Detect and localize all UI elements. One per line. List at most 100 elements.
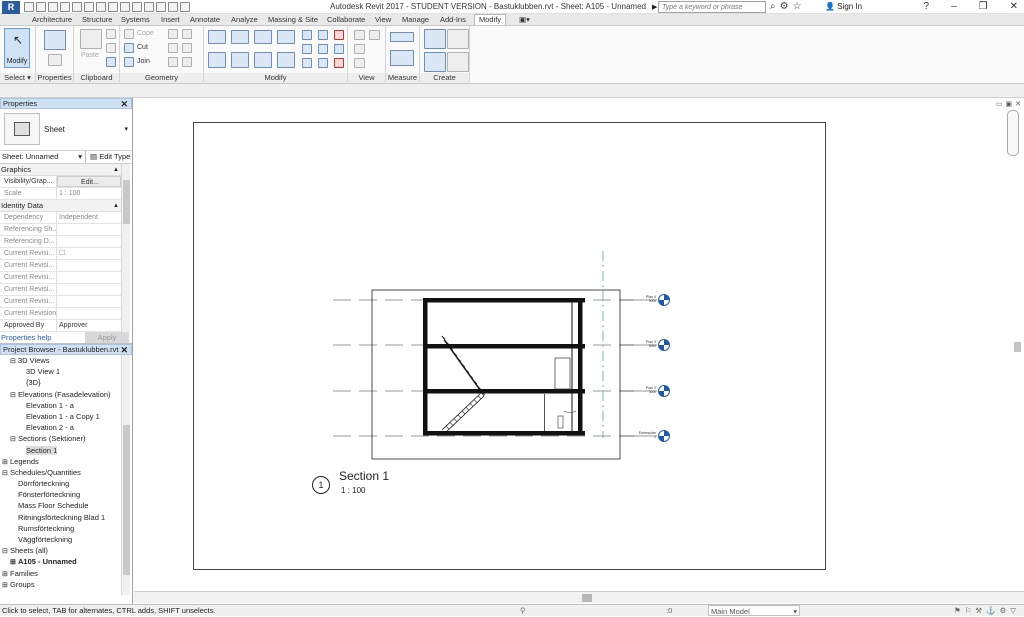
drawing-canvas[interactable]: ▭ ▣ ✕ Plan 4 9000 Plan 3 6000 Plan 2 3000 Entr… <box>134 98 1024 591</box>
align-icon[interactable] <box>208 30 226 44</box>
prop-value[interactable] <box>57 308 121 319</box>
prop-value[interactable] <box>57 272 121 283</box>
tree-item[interactable]: ⊞ Legends <box>0 456 132 467</box>
type-properties-icon[interactable] <box>48 54 62 66</box>
tree-item[interactable]: Elevation 2 - a <box>0 422 132 433</box>
subscription-icon[interactable]: ⚙ <box>780 1 789 12</box>
linework-icon[interactable] <box>354 44 365 54</box>
hide-in-view-icon[interactable] <box>354 30 365 40</box>
view-filter-icon[interactable] <box>354 58 365 68</box>
expand-toggle-icon[interactable]: ⊞ <box>2 580 10 591</box>
redo-icon[interactable] <box>72 2 82 12</box>
collapse-identity-icon[interactable]: ▲ <box>113 200 119 212</box>
close-windows-icon[interactable] <box>168 2 178 12</box>
split-gap-icon[interactable] <box>318 30 328 40</box>
tab-architecture[interactable]: Architecture <box>32 15 72 24</box>
project-browser-close-icon[interactable]: ✕ <box>120 345 128 355</box>
tree-item[interactable]: Ritningsförteckning Blad 1 <box>0 512 132 523</box>
modify-button[interactable]: ↖ Modify <box>4 28 30 68</box>
tree-item[interactable]: ⊞ A105 - Unnamed <box>0 556 132 567</box>
group-identity-data[interactable]: Identity Data ▲ <box>0 200 121 212</box>
thin-lines-icon[interactable] <box>156 2 166 12</box>
create-similar-icon[interactable] <box>447 52 469 72</box>
mirror-axis-icon[interactable] <box>254 30 272 44</box>
delete-icon[interactable] <box>334 58 344 68</box>
tab-insert[interactable]: Insert <box>161 15 180 24</box>
tab-add-ins[interactable]: Add-Ins <box>440 15 466 24</box>
tree-item[interactable]: Dörrförteckning <box>0 478 132 489</box>
close-icon[interactable]: ✕ <box>1010 1 1018 12</box>
search-input[interactable]: Type a keyword or phrase <box>658 1 766 13</box>
3d-view-icon[interactable] <box>132 2 142 12</box>
trim-single-icon[interactable] <box>302 58 312 68</box>
scrollbar-thumb[interactable] <box>123 425 130 575</box>
tab-collaborate[interactable]: Collaborate <box>327 15 365 24</box>
offset-icon[interactable] <box>231 30 249 44</box>
type-selector[interactable]: Sheet ▾ <box>0 109 132 151</box>
prop-value[interactable]: Independent <box>57 212 121 223</box>
save-icon[interactable] <box>36 2 46 12</box>
move-icon[interactable] <box>208 52 226 68</box>
properties-help-link[interactable]: Properties help <box>1 333 51 342</box>
type-dropdown-icon[interactable]: ▾ <box>124 125 128 133</box>
ribbon-options-icon[interactable]: ▣▾ <box>519 15 530 24</box>
tab-systems[interactable]: Systems <box>121 15 150 24</box>
instance-selector[interactable]: Sheet: Unnamed ▾ <box>1 151 86 163</box>
apply-button[interactable]: Apply <box>85 332 129 343</box>
create-parts-icon[interactable] <box>447 29 469 49</box>
cut-geometry-icon[interactable] <box>124 43 134 53</box>
create-group-icon[interactable] <box>424 52 446 72</box>
tab-view[interactable]: View <box>375 15 391 24</box>
favorites-star-icon[interactable]: ☆ <box>793 1 802 12</box>
tree-item[interactable]: ⊟ 3D Views <box>0 355 132 366</box>
copy-element-icon[interactable] <box>231 52 249 68</box>
tab-manage[interactable]: Manage <box>402 15 429 24</box>
tree-item[interactable]: ⊟ Elevations (Fasadelevation) <box>0 389 132 400</box>
wall-joins-icon[interactable] <box>168 29 178 39</box>
join-icon[interactable] <box>124 57 134 67</box>
tab-massing-site[interactable]: Massing & Site <box>268 15 318 24</box>
measure-icon[interactable] <box>96 2 106 12</box>
array-icon[interactable] <box>302 44 312 54</box>
tree-item[interactable]: ⊟ Sheets (all) <box>0 545 132 556</box>
properties-close-icon[interactable]: ✕ <box>120 99 128 109</box>
tree-item[interactable]: Mass Floor Schedule <box>0 500 132 511</box>
undo-icon[interactable] <box>60 2 70 12</box>
paint-icon[interactable] <box>168 43 178 53</box>
mirror-draw-icon[interactable] <box>277 30 295 44</box>
tree-item[interactable]: ⊞ Families <box>0 568 132 579</box>
print-icon[interactable] <box>84 2 94 12</box>
approved-by-field[interactable]: Approver <box>57 320 121 331</box>
match-properties-icon[interactable] <box>106 57 116 67</box>
open-icon[interactable] <box>24 2 34 12</box>
group-graphics[interactable]: Graphics ▲ <box>0 164 121 176</box>
edit-type-button[interactable]: ▤ Edit Type <box>90 151 130 163</box>
tree-item[interactable]: Väggförteckning <box>0 534 132 545</box>
beam-column-joins-icon[interactable] <box>168 57 178 67</box>
prop-value[interactable] <box>57 224 121 235</box>
scrollbar-thumb[interactable] <box>123 180 130 224</box>
section-icon[interactable] <box>144 2 154 12</box>
switch-windows-icon[interactable] <box>180 2 190 12</box>
section-drawing[interactable]: Plan 49000Plan 36000Plan 23000Entresplan… <box>134 98 1024 591</box>
visibility-edit-button[interactable]: Edit... <box>57 176 121 187</box>
tree-item[interactable]: Fönsterförteckning <box>0 489 132 500</box>
scrollbar-thumb[interactable] <box>1014 342 1021 352</box>
copy-icon[interactable] <box>106 43 116 53</box>
sync-icon[interactable] <box>48 2 58 12</box>
remove-paint-icon[interactable] <box>182 57 192 67</box>
aligned-dimension-icon[interactable] <box>390 50 414 66</box>
restore-icon[interactable]: ❐ <box>979 1 988 12</box>
rotate-icon[interactable] <box>254 52 272 68</box>
dimension-icon[interactable] <box>108 2 118 12</box>
prop-value[interactable] <box>57 284 121 295</box>
prop-value[interactable] <box>57 296 121 307</box>
project-browser-scrollbar[interactable] <box>121 355 130 595</box>
selection-filter-icons[interactable]: ⚑⚐⚒⚓⚙▽ <box>954 605 1020 616</box>
tree-item[interactable]: Elevation 1 - a <box>0 400 132 411</box>
trim-multiple-icon[interactable] <box>318 58 328 68</box>
scale-icon[interactable] <box>318 44 328 54</box>
prop-value[interactable] <box>57 236 121 247</box>
group-select-label[interactable]: Select ▾ <box>0 73 35 83</box>
tree-item[interactable]: ⊟ Sections (Sektioner) <box>0 433 132 444</box>
